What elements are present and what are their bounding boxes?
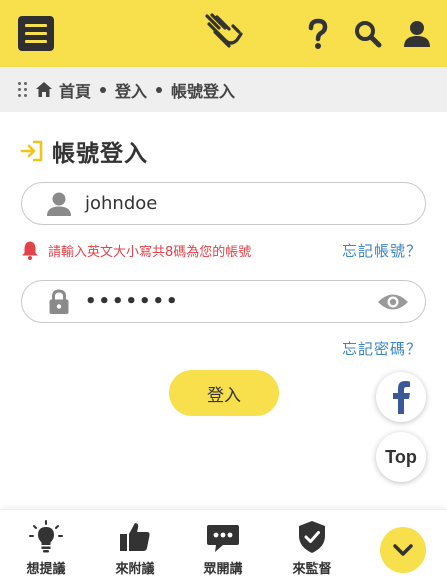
back-to-top-button[interactable]: Top	[376, 432, 426, 482]
nav-supervise[interactable]: 來監督	[277, 520, 347, 582]
login-button[interactable]: 登入	[169, 370, 279, 416]
lightbulb-icon	[29, 520, 63, 553]
lock-icon	[49, 289, 69, 314]
chat-bubble-icon	[207, 525, 239, 552]
hamburger-menu-button[interactable]	[18, 16, 54, 51]
forgot-account-link[interactable]: 忘記帳號？	[342, 240, 422, 261]
question-mark-icon[interactable]	[303, 18, 333, 50]
thumbs-up-icon	[120, 523, 150, 551]
password-value: •••••••	[85, 291, 180, 312]
username-field[interactable]: johndoe	[21, 182, 426, 225]
top-label: Top	[385, 446, 417, 467]
breadcrumb-separator	[100, 86, 107, 93]
password-field[interactable]: •••••••	[21, 280, 426, 323]
breadcrumb-home[interactable]: 首頁	[59, 78, 91, 102]
hamburger-line	[25, 32, 47, 35]
page-title: 帳號登入	[52, 141, 148, 167]
user-icon[interactable]	[402, 18, 432, 50]
forgot-password-link[interactable]: 忘記密碼？	[342, 338, 422, 359]
chevron-down-icon	[393, 544, 413, 556]
nav-second[interactable]: 來附議	[100, 520, 170, 582]
nav-discuss[interactable]: 眾開講	[188, 520, 258, 582]
hamburger-line	[25, 24, 47, 27]
breadcrumb-separator	[156, 86, 163, 93]
facebook-icon	[393, 381, 410, 414]
username-hint: 請輸入英文大小寫共8碼為您的帳號	[48, 244, 252, 260]
shield-check-icon	[299, 521, 325, 553]
breadcrumb: 首頁 登入 帳號登入	[0, 67, 447, 112]
login-arrow-icon	[20, 140, 43, 162]
home-icon[interactable]	[35, 81, 53, 98]
hamburger-line	[25, 40, 47, 43]
username-value: johndoe	[85, 193, 158, 214]
nav-propose-label: 想提議	[26, 562, 66, 577]
search-icon[interactable]	[353, 18, 383, 50]
nav-discuss-label: 眾開講	[203, 562, 243, 577]
nav-supervise-label: 來監督	[292, 562, 332, 577]
page-title-row: 帳號登入	[20, 135, 148, 167]
facebook-share-button[interactable]	[376, 372, 426, 422]
nav-propose[interactable]: 想提議	[11, 520, 81, 582]
bell-icon	[22, 241, 38, 260]
nav-second-label: 來附議	[115, 562, 155, 577]
breadcrumb-current: 帳號登入	[171, 81, 236, 101]
eye-icon[interactable]	[377, 292, 409, 312]
scroll-down-button[interactable]	[380, 527, 426, 573]
drag-dots-icon	[18, 82, 27, 97]
app-header	[0, 0, 447, 67]
breadcrumb-login[interactable]: 登入	[115, 78, 147, 102]
waving-hands-logo[interactable]	[203, 12, 245, 52]
user-icon	[47, 192, 71, 216]
